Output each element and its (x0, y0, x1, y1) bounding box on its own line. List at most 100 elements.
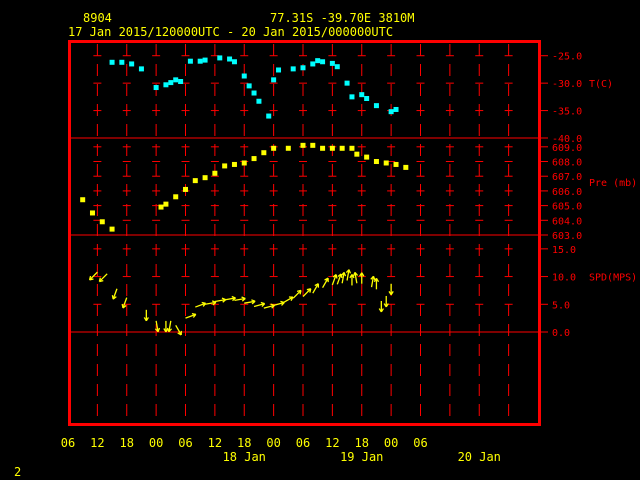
panel-label: SPD(MPS) (589, 273, 637, 284)
data-point (329, 60, 335, 66)
data-point (349, 145, 355, 151)
meteogram: 8904 77.31S -39.70E 3810M 17 Jan 2015/12… (14, 11, 637, 479)
wind-arrow (388, 283, 394, 296)
wind-arrow (322, 277, 329, 288)
data-point (256, 98, 262, 104)
wind-arrow-head (166, 327, 170, 332)
wind-arrow (166, 320, 173, 333)
wind-arrow (111, 288, 118, 300)
data-point (310, 61, 316, 67)
y-tick-label: 15.0 (552, 245, 576, 256)
wind-arrow-shaft (302, 288, 312, 297)
data-point (119, 59, 125, 65)
x-tick-label: 12 (208, 436, 222, 450)
data-point (80, 197, 86, 203)
wind-arrow-head (335, 274, 338, 279)
wind-arrow-head (343, 272, 347, 277)
data-point (153, 85, 159, 91)
data-point (192, 178, 198, 184)
wind-arrow (163, 320, 169, 333)
y-tick-label: 609.0 (552, 143, 582, 154)
data-point (310, 142, 316, 148)
wind-arrow-shaft (98, 273, 108, 283)
y-tick-label: -35.0 (552, 107, 582, 118)
data-point (320, 59, 326, 65)
x-tick-label: 18 (120, 436, 134, 450)
data-point (187, 58, 193, 64)
data-point (202, 57, 208, 63)
data-point (388, 109, 394, 115)
data-point (183, 186, 188, 192)
data-point (364, 96, 370, 102)
wind-arrow (204, 300, 217, 306)
wind-arrow-head (121, 303, 124, 309)
x-axis-ticks: 06 12 18 00 06 12 18 00 06 12 18 00 06 (61, 436, 428, 450)
y-tick-label: 604.0 (552, 216, 582, 227)
wind-arrow-head (111, 295, 114, 300)
data-point (212, 170, 218, 176)
y-tick-label: 605.0 (552, 202, 582, 213)
data-point (354, 151, 360, 157)
data-point (217, 55, 223, 61)
data-point (241, 160, 247, 166)
panel-dividers (70, 137, 538, 333)
data-point (129, 61, 135, 67)
data-point (231, 59, 237, 65)
data-point (271, 77, 277, 83)
grid (93, 44, 513, 422)
data-point (251, 90, 257, 96)
y-tick-label: 607.0 (552, 172, 582, 183)
wind-arrow-head (309, 288, 312, 293)
wind-arrow (283, 296, 294, 304)
data-point (344, 80, 350, 86)
wind-arrow (98, 273, 108, 283)
data-point (373, 159, 379, 165)
data-point (163, 201, 169, 207)
wind-arrow (143, 309, 149, 322)
wind-arrow (373, 277, 380, 290)
wind-arrow-head (348, 269, 352, 274)
data-point (339, 145, 345, 151)
data-point (261, 150, 267, 156)
wind-arrow (195, 301, 207, 308)
wind-arrow (121, 297, 128, 309)
x-tick-label: 06 (296, 436, 310, 450)
wind-arrow-head (98, 277, 101, 282)
data-point (197, 58, 203, 64)
data-point (315, 58, 321, 64)
x-tick-label: 18 (237, 436, 251, 450)
data-point (251, 156, 257, 162)
wind-arrow (214, 297, 227, 303)
y-axis-labels: -25.0-30.0-35.0-40.0T(C)609.0608.0607.06… (552, 52, 637, 339)
data-point (300, 65, 306, 71)
station-id: 8904 (83, 11, 112, 25)
data-point (109, 226, 115, 232)
data-point (373, 103, 379, 109)
data-point (158, 204, 164, 210)
y-tick-label: 606.0 (552, 187, 582, 198)
data-point (290, 66, 296, 72)
panel-label: Pre (mb) (589, 178, 637, 189)
wind-arrow (378, 300, 384, 313)
data-point (285, 145, 291, 151)
wind-arrow (234, 296, 246, 302)
data-point (393, 106, 399, 112)
data-point (266, 113, 272, 119)
wind-arrow (185, 312, 197, 319)
data-point (364, 154, 370, 160)
data-point (109, 59, 115, 65)
wind-arrow (244, 299, 256, 305)
data-point (163, 82, 169, 88)
wind-arrow (359, 272, 365, 284)
data-point (173, 194, 179, 200)
wind-arrow (336, 273, 343, 285)
page-number: 2 (14, 465, 21, 479)
data-point (334, 64, 340, 70)
wind-arrow (175, 325, 182, 336)
wind-arrow (253, 301, 266, 308)
data-point (227, 56, 233, 62)
wind-arrow-shaft (292, 289, 302, 299)
panel-label: T(C) (589, 79, 613, 90)
plot-header: 8904 77.31S -39.70E 3810M 17 Jan 2015/12… (68, 11, 415, 39)
data-point (168, 80, 174, 86)
